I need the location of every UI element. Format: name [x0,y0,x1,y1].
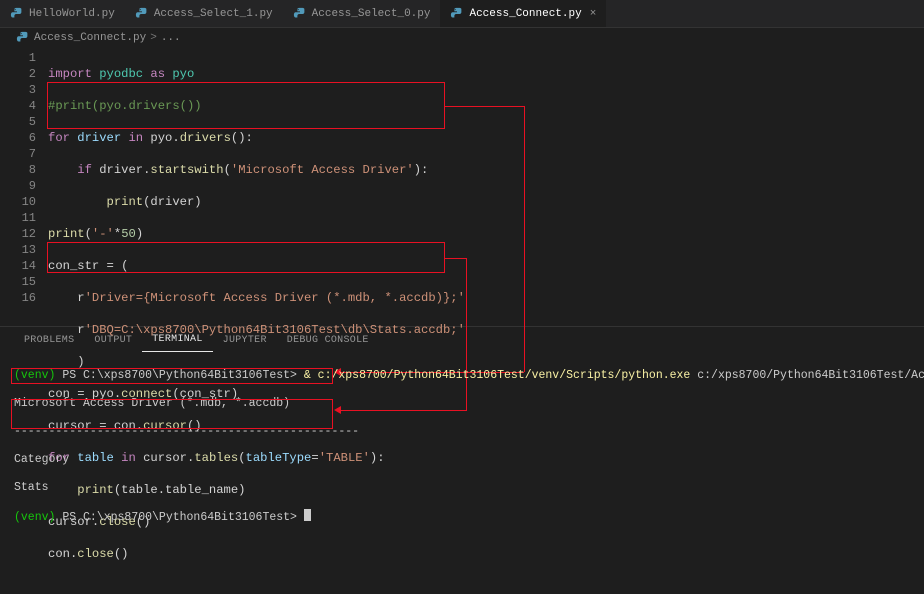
python-file-icon [293,7,307,21]
python-file-icon [10,7,24,21]
terminal-content[interactable]: (venv) PS C:\xps8700\Python64Bit3106Test… [0,353,924,583]
editor-tab-bar: HelloWorld.py Access_Select_1.py Access_… [0,0,924,28]
close-icon[interactable]: × [590,8,597,20]
terminal-output-driver: Microsoft Access Driver (*.mdb, *.accdb) [14,397,910,411]
terminal-output-divider: ----------------------------------------… [14,425,910,439]
tab-access-select-0[interactable]: Access_Select_0.py [283,0,441,27]
tab-helloworld[interactable]: HelloWorld.py [0,0,125,27]
bottom-panel: PROBLEMS OUTPUT TERMINAL JUPYTER DEBUG C… [0,326,924,583]
terminal-output-table-2: Stats [14,481,910,495]
breadcrumb-rest: ... [161,32,181,44]
tab-access-connect[interactable]: Access_Connect.py × [440,0,606,27]
code-editor[interactable]: 12345678910111213141516 import pyodbc as… [0,48,924,326]
code-content[interactable]: import pyodbc as pyo #print(pyo.drivers(… [48,48,924,326]
tab-label: HelloWorld.py [29,8,115,20]
tab-access-select-1[interactable]: Access_Select_1.py [125,0,283,27]
breadcrumb-file: Access_Connect.py [34,32,146,44]
terminal-cursor [304,509,311,521]
tab-label: Access_Select_0.py [312,8,431,20]
python-file-icon [16,31,30,45]
python-file-icon [450,7,464,21]
breadcrumb[interactable]: Access_Connect.py > ... [0,28,924,48]
tab-label: Access_Select_1.py [154,8,273,20]
line-number-gutter: 12345678910111213141516 [0,48,48,326]
python-file-icon [135,7,149,21]
terminal-output-table-1: Category [14,453,910,467]
chevron-right-icon: > [150,32,157,44]
tab-label: Access_Connect.py [469,8,581,20]
